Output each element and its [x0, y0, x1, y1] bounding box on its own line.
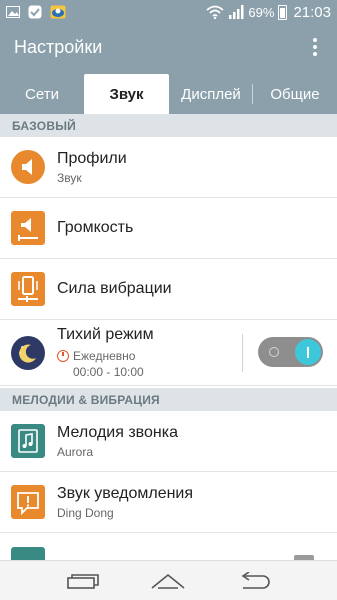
quiet-mode-frequency: Ежедневно [73, 349, 136, 363]
toggle-knob [295, 339, 321, 365]
tab-general[interactable]: Общие [253, 74, 337, 114]
section-header-ringtones: МЕЛОДИИ & ВИБРАЦИЯ [0, 388, 337, 411]
list-item-profiles[interactable]: Профили Звук [0, 137, 337, 198]
quiet-mode-toggle[interactable] [258, 337, 323, 367]
navigation-bar [0, 560, 337, 600]
back-button[interactable] [234, 566, 274, 596]
recent-apps-icon [67, 573, 99, 589]
back-icon [241, 571, 270, 589]
list-item-vibration[interactable]: Сила вибрации [0, 259, 337, 320]
settings-screen: 69% 21:03 Настройки Сети Звук Дисплей Об… [0, 0, 337, 600]
home-button[interactable] [148, 566, 188, 596]
ringtone-value: Aurora [57, 444, 94, 459]
volume-icon [11, 211, 45, 245]
list-item-notification-sound[interactable]: Звук уведомления Ding Dong [0, 472, 337, 533]
tab-networks[interactable]: Сети [0, 74, 84, 114]
quiet-mode-schedule: Ежедневно [57, 349, 154, 363]
list-item-ringtone[interactable]: Мелодия звонка Aurora [0, 411, 337, 472]
moon-icon [11, 335, 45, 370]
vibration-label: Сила вибрации [57, 280, 172, 297]
status-notifications [6, 5, 66, 19]
wifi-icon [206, 5, 225, 19]
app-bar: Настройки [0, 24, 337, 70]
ringtone-label: Мелодия звонка [57, 423, 178, 441]
toggle-off-indicator [269, 347, 279, 357]
page-title: Настройки [14, 36, 103, 57]
list-item-volume[interactable]: Громкость [0, 198, 337, 259]
vibration-icon [11, 272, 45, 306]
app-notification-icon [50, 5, 66, 19]
alarm-clock-icon [57, 350, 69, 362]
notification-sound-value: Ding Dong [57, 505, 114, 520]
tab-display[interactable]: Дисплей [169, 74, 253, 114]
speaker-icon [11, 150, 45, 184]
battery-icon [278, 4, 288, 20]
profiles-value: Звук [57, 170, 82, 185]
recent-apps-button[interactable] [63, 566, 103, 596]
checkmark-notification-icon [28, 5, 42, 19]
quiet-mode-label: Тихий режим [57, 326, 154, 343]
battery-percent: 69% [248, 4, 275, 20]
notification-sound-label: Звук уведомления [57, 484, 194, 502]
status-indicators: 69% 21:03 [206, 4, 331, 21]
notification-bubble-icon [11, 485, 45, 519]
signal-icon [229, 5, 244, 19]
clock: 21:03 [293, 3, 331, 21]
section-header-basic: БАЗОВЫЙ [0, 114, 337, 137]
status-bar: 69% 21:03 [0, 0, 337, 24]
quiet-mode-time-range: 00:00 - 10:00 [73, 365, 144, 379]
tab-bar: Сети Звук Дисплей Общие [0, 70, 337, 114]
volume-label: Громкость [57, 219, 134, 236]
divider [242, 334, 243, 372]
home-icon [151, 573, 185, 589]
gallery-notification-icon [6, 6, 20, 18]
music-note-icon [11, 424, 45, 458]
overflow-menu-icon[interactable] [305, 32, 325, 62]
profiles-label: Профили [57, 149, 127, 167]
tab-sound[interactable]: Звук [84, 74, 169, 114]
